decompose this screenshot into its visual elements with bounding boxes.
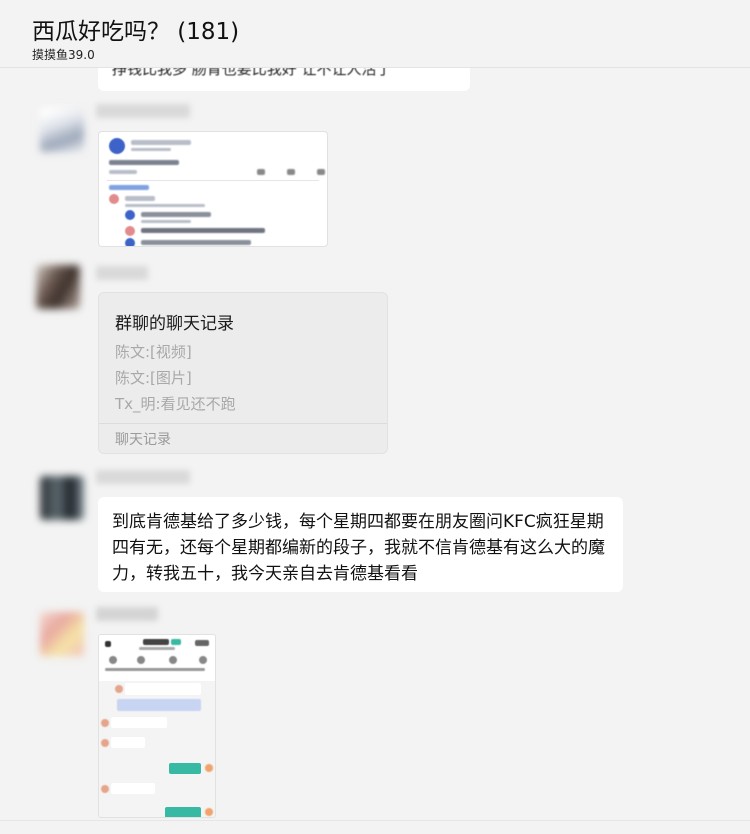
- avatar[interactable]: [40, 612, 84, 656]
- sender-name: [96, 104, 190, 118]
- image-message[interactable]: [98, 131, 328, 247]
- chat-history-card[interactable]: 群聊的聊天记录 陈文:[视频] 陈文:[图片] Tx_明:看见还不跑 聊天记录: [98, 292, 388, 454]
- message-text: 到底肯德基给了多少钱，每个星期四都要在朋友圈问KFC疯狂星期四有无，还每个星期都…: [112, 512, 605, 584]
- chat-history-line: Tx_明:看见还不跑: [115, 395, 236, 413]
- message-bubble[interactable]: 到底肯德基给了多少钱，每个星期四都要在朋友圈问KFC疯狂星期四有无，还每个星期都…: [98, 497, 623, 592]
- avatar[interactable]: [36, 265, 80, 309]
- chat-history-line: 陈文:[图片]: [115, 369, 192, 387]
- sender-name: [96, 470, 190, 484]
- avatar[interactable]: [40, 108, 84, 152]
- chat-title: 西瓜好吃吗？ (181): [32, 19, 240, 45]
- sender-name: [96, 266, 148, 280]
- divider: [99, 423, 387, 424]
- sender-name: [96, 607, 158, 621]
- chat-history-title: 群聊的聊天记录: [115, 314, 234, 334]
- chat-history-line: 陈文:[视频]: [115, 343, 192, 361]
- chat-history-footer: 聊天记录: [115, 432, 171, 448]
- image-message[interactable]: [98, 634, 216, 818]
- chat-header: 西瓜好吃吗？ (181) 摸摸鱼39.0: [0, 0, 750, 68]
- avatar[interactable]: [40, 476, 84, 520]
- scroll-bottom-edge: [0, 820, 750, 834]
- chat-subtitle: 摸摸鱼39.0: [32, 48, 95, 62]
